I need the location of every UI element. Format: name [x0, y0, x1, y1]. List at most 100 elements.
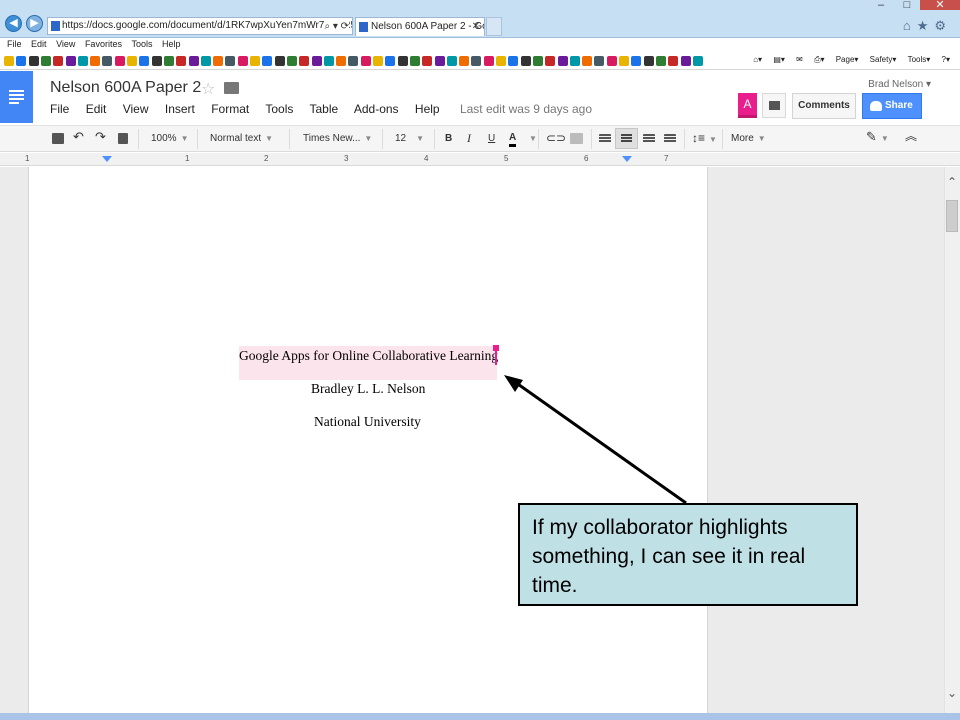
- left-indent-marker[interactable]: [102, 156, 112, 162]
- underline-button[interactable]: U: [488, 131, 495, 146]
- favorite-icon[interactable]: [483, 56, 494, 66]
- docs-menu-edit[interactable]: Edit: [86, 102, 107, 116]
- favorite-icon[interactable]: [176, 56, 187, 66]
- address-bar[interactable]: https://docs.google.com/document/d/1RK7w…: [47, 17, 353, 35]
- vertical-scrollbar[interactable]: [944, 167, 960, 713]
- safety-menu[interactable]: Safety: [870, 55, 893, 64]
- align-left-icon[interactable]: [599, 134, 611, 143]
- comments-button[interactable]: Comments: [792, 93, 856, 119]
- menu-tools[interactable]: Tools: [131, 39, 152, 49]
- feeds-icon[interactable]: ▤▾: [773, 55, 785, 64]
- new-tab-button[interactable]: [486, 17, 502, 36]
- favorite-icon[interactable]: [139, 56, 150, 66]
- bold-button[interactable]: B: [445, 131, 452, 146]
- paper-title[interactable]: Google Apps for Online Collaborative Lea…: [239, 348, 498, 364]
- docs-menu-file[interactable]: File: [50, 102, 69, 116]
- text-color-caret-icon[interactable]: ▼: [525, 131, 537, 146]
- favorite-icon[interactable]: [496, 56, 506, 66]
- page-menu[interactable]: Page: [836, 55, 855, 64]
- favorite-icon[interactable]: [422, 56, 433, 66]
- favorite-icon[interactable]: [213, 56, 224, 66]
- font-size-select[interactable]: 12 ▼: [395, 131, 424, 146]
- align-right-icon[interactable]: [643, 134, 655, 143]
- favorite-icon[interactable]: [127, 56, 137, 66]
- home-icon[interactable]: ⌂: [903, 18, 917, 33]
- menu-favorites[interactable]: Favorites: [85, 39, 122, 49]
- favorite-icon[interactable]: [225, 56, 236, 66]
- editing-mode-icon[interactable]: ✎ ▼: [866, 129, 889, 146]
- favorite-icon[interactable]: [311, 56, 322, 66]
- menu-help[interactable]: Help: [162, 39, 181, 49]
- menu-view[interactable]: View: [56, 39, 75, 49]
- share-button[interactable]: Share: [862, 93, 922, 119]
- favorite-icon[interactable]: [250, 56, 260, 66]
- scroll-down-icon[interactable]: ⌄: [944, 686, 960, 700]
- italic-button[interactable]: I: [467, 131, 471, 146]
- favorite-icon[interactable]: [65, 56, 76, 66]
- favorite-icon[interactable]: [274, 56, 285, 66]
- favorite-icon[interactable]: [680, 56, 691, 66]
- favorite-icon[interactable]: [692, 56, 703, 66]
- docs-menu-tools[interactable]: Tools: [265, 102, 293, 116]
- collapse-icon[interactable]: ︽: [905, 129, 917, 144]
- favorite-icon[interactable]: [508, 56, 519, 66]
- mail-icon[interactable]: ✉: [796, 55, 803, 64]
- text-color-button[interactable]: A: [509, 131, 517, 147]
- more-button[interactable]: More ▼: [731, 131, 766, 146]
- favorite-icon[interactable]: [594, 56, 605, 66]
- folder-icon[interactable]: [224, 82, 239, 94]
- favorite-icon[interactable]: [606, 56, 617, 66]
- docs-menu-view[interactable]: View: [123, 102, 149, 116]
- favorite-icon[interactable]: [557, 56, 568, 66]
- favorite-icon[interactable]: [336, 56, 347, 66]
- zoom-select[interactable]: 100% ▼: [151, 131, 189, 146]
- user-name[interactable]: Brad Nelson ▾: [868, 79, 931, 90]
- font-select[interactable]: Times New... ▼: [303, 131, 372, 146]
- document-title[interactable]: Nelson 600A Paper 2: [50, 79, 201, 97]
- institution-name[interactable]: National University: [314, 414, 421, 430]
- docs-menu-addons[interactable]: Add-ons: [354, 102, 399, 116]
- favorite-icon[interactable]: [200, 56, 211, 66]
- favorite-icon[interactable]: [459, 56, 470, 66]
- favorite-icon[interactable]: [348, 56, 359, 66]
- tools-menu[interactable]: Tools: [908, 55, 927, 64]
- favorite-icon[interactable]: [520, 56, 531, 66]
- maximize-icon[interactable]: □: [894, 0, 920, 11]
- ruler[interactable]: 1 1 2 3 4 5 6 7: [0, 153, 960, 166]
- gear-icon[interactable]: ⚙: [934, 18, 952, 33]
- help-icon[interactable]: ?▾: [942, 55, 950, 64]
- minimize-icon[interactable]: –: [868, 0, 894, 11]
- close-tab-icon[interactable]: ✕: [472, 18, 480, 36]
- favorite-icon[interactable]: [655, 56, 666, 66]
- paint-format-icon[interactable]: [118, 133, 128, 144]
- favorite-icon[interactable]: [77, 56, 88, 66]
- print-icon[interactable]: ⎙▾: [814, 55, 824, 64]
- docs-menu-help[interactable]: Help: [415, 102, 440, 116]
- line-spacing-icon[interactable]: ↕≡ ▼: [692, 131, 717, 147]
- star-icon[interactable]: ★: [917, 18, 935, 33]
- favorite-icon[interactable]: [471, 56, 482, 66]
- favorite-icon[interactable]: [631, 56, 642, 66]
- link-icon[interactable]: ⊂⊃: [546, 131, 566, 146]
- back-icon[interactable]: ◀: [5, 15, 22, 32]
- favorite-icon[interactable]: [299, 56, 310, 66]
- redo-icon[interactable]: ↷: [95, 129, 106, 144]
- print-icon[interactable]: [52, 133, 64, 144]
- align-center-icon[interactable]: [615, 128, 638, 149]
- favorite-icon[interactable]: [409, 56, 420, 66]
- favorite-icon[interactable]: [582, 56, 593, 66]
- favorite-icon[interactable]: [397, 56, 408, 66]
- favorite-icon[interactable]: [360, 56, 371, 66]
- last-edit-status[interactable]: Last edit was 9 days ago: [460, 102, 592, 116]
- star-icon[interactable]: ☆: [201, 79, 215, 99]
- favorite-icon[interactable]: [237, 56, 248, 66]
- favorite-icon[interactable]: [4, 56, 14, 66]
- author-name[interactable]: Bradley L. L. Nelson: [311, 381, 425, 397]
- right-indent-marker[interactable]: [622, 156, 632, 162]
- favorite-icon[interactable]: [545, 56, 556, 66]
- favorite-icon[interactable]: [16, 56, 27, 66]
- menu-edit[interactable]: Edit: [31, 39, 47, 49]
- favorite-icon[interactable]: [40, 56, 51, 66]
- forward-icon[interactable]: ▶: [26, 15, 43, 32]
- docs-logo[interactable]: [0, 71, 33, 123]
